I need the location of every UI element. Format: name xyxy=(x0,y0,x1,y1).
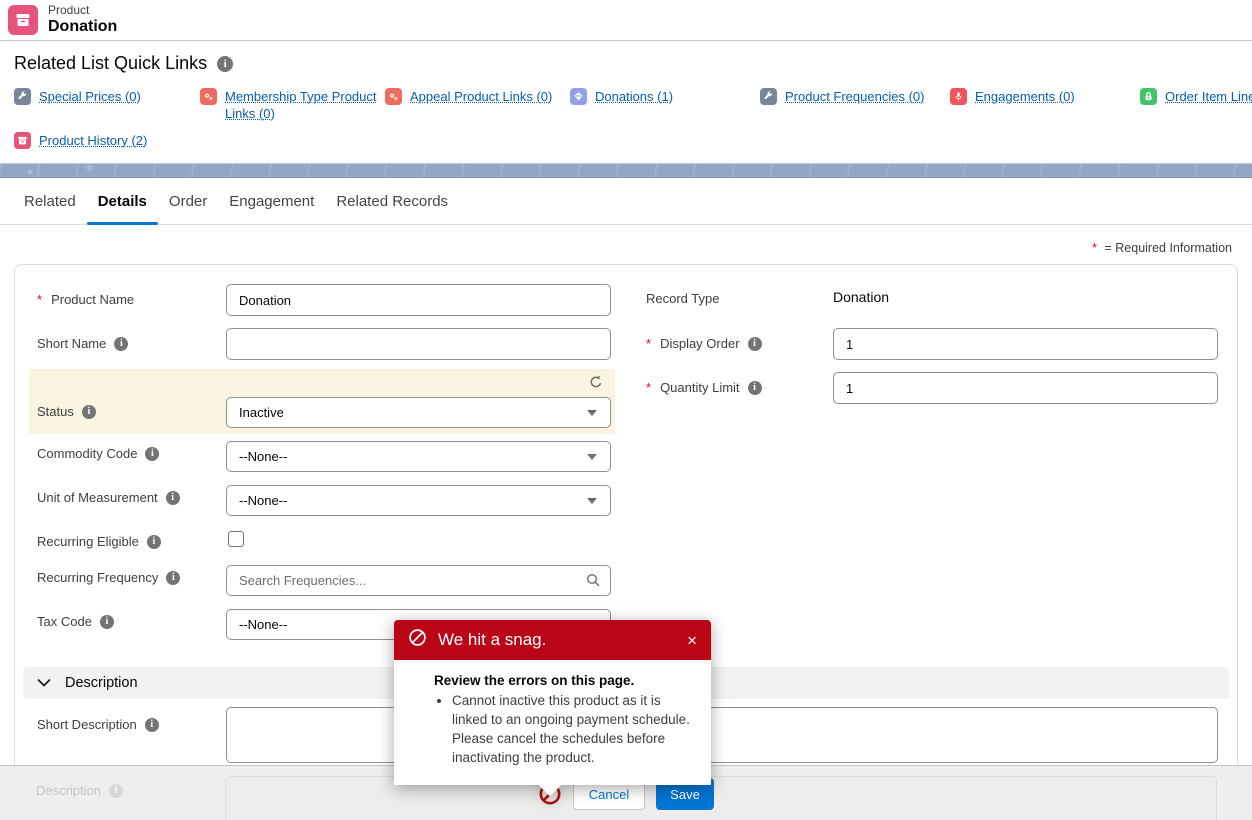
gears-icon xyxy=(200,88,217,105)
microphone-icon xyxy=(950,88,967,105)
record-type-label: Record Type xyxy=(646,291,719,306)
recurring-eligible-checkbox[interactable] xyxy=(228,531,244,547)
info-icon[interactable]: i xyxy=(217,56,233,72)
quick-link-label[interactable]: Engagements (0) xyxy=(975,88,1075,105)
quick-link-label[interactable]: Order Item Lines xyxy=(1165,88,1252,105)
wrench-icon xyxy=(760,88,777,105)
tab-order[interactable]: Order xyxy=(158,178,218,224)
quick-link-label[interactable]: Product Frequencies (0) xyxy=(785,88,924,105)
status-select[interactable]: Inactive xyxy=(226,397,611,428)
error-popover-heading: Review the errors on this page. xyxy=(434,673,695,688)
quick-link-label[interactable]: Product History (2) xyxy=(39,132,147,149)
page-background-band xyxy=(0,163,1252,178)
close-icon[interactable]: × xyxy=(687,632,697,649)
commodity-code-select[interactable]: --None-- xyxy=(226,441,611,472)
status-label: Status i xyxy=(37,404,96,419)
entity-label: Product xyxy=(48,4,117,18)
info-icon[interactable]: i xyxy=(100,615,114,629)
display-order-label: * Display Order i xyxy=(646,336,762,351)
quick-link-product-history[interactable]: Product History (2) xyxy=(14,132,1252,149)
recurring-frequency-search xyxy=(226,565,611,596)
record-header: Product Donation xyxy=(0,0,1252,41)
display-order-input[interactable] xyxy=(833,328,1218,360)
tab-engagement[interactable]: Engagement xyxy=(218,178,325,224)
quick-link-engagements[interactable]: Engagements (0) xyxy=(950,88,1140,122)
quantity-limit-label: * Quantity Limit i xyxy=(646,380,762,395)
quick-link-label[interactable]: Appeal Product Links (0) xyxy=(410,88,552,105)
wrench-icon xyxy=(14,88,31,105)
quick-link-appeal-product-links[interactable]: Appeal Product Links (0) xyxy=(385,88,570,122)
info-icon[interactable]: i xyxy=(145,447,159,461)
error-popover: We hit a snag. × Review the errors on th… xyxy=(394,620,711,785)
short-name-input[interactable] xyxy=(226,328,611,360)
info-icon[interactable]: i xyxy=(748,337,762,351)
gift-icon xyxy=(570,88,587,105)
short-name-label: Short Name i xyxy=(37,336,128,351)
record-type-value: Donation xyxy=(833,289,889,305)
lock-icon xyxy=(1140,88,1157,105)
quick-link-donations[interactable]: Donations (1) xyxy=(570,88,760,122)
quick-link-product-frequencies[interactable]: Product Frequencies (0) xyxy=(760,88,950,122)
box-icon xyxy=(14,132,31,149)
info-icon[interactable]: i xyxy=(166,571,180,585)
info-icon[interactable]: i xyxy=(166,491,180,505)
undo-icon[interactable] xyxy=(587,373,607,393)
info-icon[interactable]: i xyxy=(145,718,159,732)
related-list-quick-links-card: Related List Quick Links i Special Price… xyxy=(0,42,1252,163)
required-information-note: * = Required Information xyxy=(1092,241,1232,255)
record-tabs: Related Details Order Engagement Related… xyxy=(0,178,1252,225)
quick-link-label[interactable]: Membership Type Product Links (0) xyxy=(225,88,385,122)
unit-of-measurement-label: Unit of Measurement i xyxy=(37,490,180,505)
chevron-down-icon xyxy=(37,674,51,692)
tab-details[interactable]: Details xyxy=(87,178,158,224)
error-popover-title: We hit a snag. xyxy=(438,630,546,650)
product-name-input[interactable] xyxy=(226,284,611,316)
no-entry-icon xyxy=(408,628,427,652)
record-name: Donation xyxy=(48,18,117,36)
unit-of-measurement-select[interactable]: --None-- xyxy=(226,485,611,516)
product-box-icon xyxy=(8,5,38,35)
tab-related-records[interactable]: Related Records xyxy=(325,178,459,224)
product-record-page: Product Donation Related List Quick Link… xyxy=(0,0,1252,820)
error-popover-header: We hit a snag. × xyxy=(394,620,711,660)
chevron-down-icon xyxy=(587,498,597,504)
gears-icon xyxy=(385,88,402,105)
tax-code-label: Tax Code i xyxy=(37,614,114,629)
error-message: Cannot inactive this product as it is li… xyxy=(452,691,695,767)
quick-link-order-item-lines[interactable]: Order Item Lines xyxy=(1140,88,1252,122)
quick-link-label[interactable]: Special Prices (0) xyxy=(39,88,141,105)
error-popover-body: Review the errors on this page. Cannot i… xyxy=(394,660,711,785)
quantity-limit-input[interactable] xyxy=(833,372,1218,404)
info-icon[interactable]: i xyxy=(114,337,128,351)
short-description-textarea[interactable] xyxy=(226,707,1218,763)
info-icon[interactable]: i xyxy=(147,535,161,549)
search-icon xyxy=(585,572,601,593)
recurring-eligible-label: Recurring Eligible i xyxy=(37,534,161,549)
quick-link-label[interactable]: Donations (1) xyxy=(595,88,673,105)
chevron-down-icon xyxy=(587,410,597,416)
recurring-frequency-label: Recurring Frequency i xyxy=(37,570,180,585)
product-name-label: * Product Name xyxy=(37,292,134,307)
tab-related[interactable]: Related xyxy=(13,178,87,224)
required-asterisk: * xyxy=(1092,241,1097,255)
info-icon[interactable]: i xyxy=(748,381,762,395)
quick-links-title: Related List Quick Links xyxy=(14,53,207,74)
quick-link-membership-type-product-links[interactable]: Membership Type Product Links (0) xyxy=(200,88,385,122)
info-icon[interactable]: i xyxy=(82,405,96,419)
short-description-label: Short Description i xyxy=(37,717,159,732)
recurring-frequency-search-input[interactable] xyxy=(226,565,611,596)
chevron-down-icon xyxy=(587,454,597,460)
quick-link-special-prices[interactable]: Special Prices (0) xyxy=(14,88,200,122)
commodity-code-label: Commodity Code i xyxy=(37,446,159,461)
